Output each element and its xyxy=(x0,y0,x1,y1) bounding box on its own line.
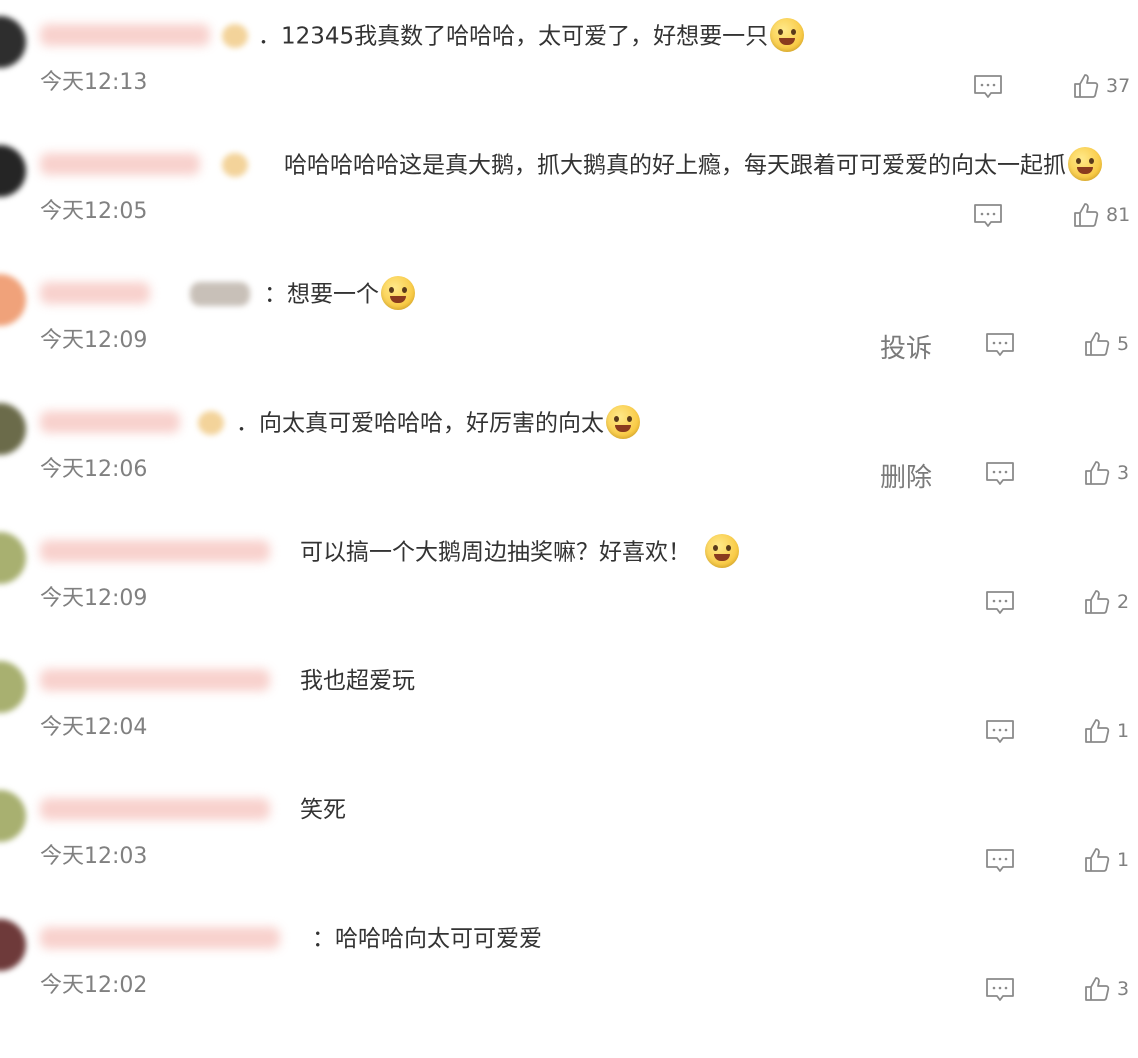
reply-icon[interactable] xyxy=(985,590,1015,616)
thumbs-up-icon xyxy=(1085,719,1110,743)
avatar[interactable] xyxy=(0,532,26,584)
username-blurred[interactable] xyxy=(40,540,270,562)
comment-time: 今天12:02 xyxy=(40,973,148,998)
comment-item: ：哈哈哈向太可可爱爱 今天12:02 3 xyxy=(0,903,1138,1032)
reply-icon[interactable] xyxy=(985,977,1015,1003)
comment-time: 今天12:05 xyxy=(40,199,148,224)
avatar[interactable] xyxy=(0,919,26,971)
reply-icon[interactable] xyxy=(985,332,1015,358)
comment-time: 今天12:13 xyxy=(40,70,148,95)
like-count: 1 xyxy=(1117,849,1130,871)
thumbs-up-icon xyxy=(1074,74,1099,98)
like-button[interactable]: 1 xyxy=(1083,717,1129,747)
comment-time: 今天12:09 xyxy=(40,586,148,611)
like-count: 3 xyxy=(1117,978,1130,1000)
emoji-icon xyxy=(1068,147,1102,181)
username-blurred[interactable] xyxy=(40,411,180,433)
comment-time: 今天12:06 xyxy=(40,457,148,482)
thumbs-up-icon xyxy=(1085,461,1110,485)
avatar[interactable] xyxy=(0,661,26,713)
like-button[interactable]: 3 xyxy=(1083,459,1129,489)
reply-icon[interactable] xyxy=(985,848,1015,874)
report-button[interactable]: 投诉 xyxy=(880,328,932,365)
comment-text: 笑死 xyxy=(300,797,346,823)
like-count: 5 xyxy=(1117,333,1130,355)
like-button[interactable]: 2 xyxy=(1083,588,1129,618)
thumbs-up-icon xyxy=(1085,332,1110,356)
comment-text: ．12345我真数了哈哈哈，太可爱了，好想要一只 xyxy=(258,18,805,54)
comment-text: ：想要一个 xyxy=(264,276,415,312)
like-count: 81 xyxy=(1106,204,1131,226)
comment-time: 今天12:03 xyxy=(40,844,148,869)
reply-icon[interactable] xyxy=(973,74,1003,100)
username-blurred[interactable] xyxy=(40,798,270,820)
comment-item: 笑死 今天12:03 1 xyxy=(0,774,1138,903)
like-button[interactable]: 3 xyxy=(1083,975,1129,1005)
comment-item: ：想要一个 今天12:09 投诉 5 xyxy=(0,258,1138,387)
username-blurred[interactable] xyxy=(40,669,270,691)
like-count: 1 xyxy=(1117,720,1130,742)
comment-item: 哈哈哈哈哈这是真大鹅，抓大鹅真的好上瘾，每天跟着可可爱爱的向太一起抓 今天12:… xyxy=(0,129,1138,258)
username-blurred[interactable] xyxy=(40,927,280,949)
comment-time: 今天12:04 xyxy=(40,715,148,740)
thumbs-up-icon xyxy=(1074,203,1099,227)
badge-icon xyxy=(198,411,224,435)
comment-text: 可以搞一个大鹅周边抽奖嘛？好喜欢！ xyxy=(300,534,739,570)
comment-text: ：哈哈哈向太可可爱爱 xyxy=(312,926,542,952)
avatar[interactable] xyxy=(0,16,26,68)
badge-icon xyxy=(222,24,248,48)
like-count: 2 xyxy=(1117,591,1130,613)
reply-icon[interactable] xyxy=(973,203,1003,229)
comment-time: 今天12:09 xyxy=(40,328,148,353)
comment-item: 可以搞一个大鹅周边抽奖嘛？好喜欢！ 今天12:09 2 xyxy=(0,516,1138,645)
emoji-icon xyxy=(606,405,640,439)
avatar[interactable] xyxy=(0,403,26,455)
username-blurred[interactable] xyxy=(40,282,150,304)
like-button[interactable]: 81 xyxy=(1072,201,1130,231)
comment-item: ．12345我真数了哈哈哈，太可爱了，好想要一只 今天12:13 37 xyxy=(0,0,1138,129)
like-button[interactable]: 1 xyxy=(1083,846,1129,876)
comment-text: ．向太真可爱哈哈哈，好厉害的向太 xyxy=(236,405,640,441)
thumbs-up-icon xyxy=(1085,977,1110,1001)
like-count: 37 xyxy=(1106,75,1131,97)
like-button[interactable]: 37 xyxy=(1072,72,1130,102)
username-blurred[interactable] xyxy=(40,24,210,46)
reply-icon[interactable] xyxy=(985,461,1015,487)
avatar[interactable] xyxy=(0,145,26,197)
avatar[interactable] xyxy=(0,790,26,842)
reply-icon[interactable] xyxy=(985,719,1015,745)
thumbs-up-icon xyxy=(1085,848,1110,872)
comment-text: 哈哈哈哈哈这是真大鹅，抓大鹅真的好上瘾，每天跟着可可爱爱的向太一起抓 xyxy=(284,147,1102,183)
like-count: 3 xyxy=(1117,462,1130,484)
thumbs-up-icon xyxy=(1085,590,1110,614)
comment-item: ．向太真可爱哈哈哈，好厉害的向太 今天12:06 删除 3 xyxy=(0,387,1138,516)
username-blurred[interactable] xyxy=(40,153,200,175)
delete-button[interactable]: 删除 xyxy=(880,457,932,494)
comment-text: 我也超爱玩 xyxy=(300,668,415,694)
like-button[interactable]: 5 xyxy=(1083,330,1129,360)
emoji-icon xyxy=(705,534,739,568)
badge-icon xyxy=(190,282,250,306)
emoji-icon xyxy=(770,18,805,52)
avatar[interactable] xyxy=(0,274,26,326)
comment-item: 我也超爱玩 今天12:04 1 xyxy=(0,645,1138,774)
emoji-icon xyxy=(381,276,415,310)
badge-icon xyxy=(222,153,248,177)
